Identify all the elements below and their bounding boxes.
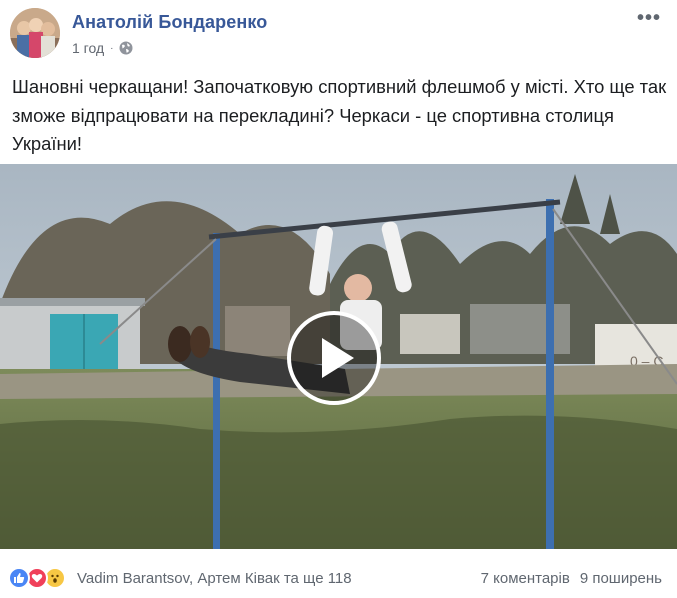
like-icon[interactable]	[8, 567, 30, 589]
more-options-icon[interactable]: •••	[637, 8, 661, 28]
post-timestamp[interactable]: 1 год	[72, 40, 104, 56]
engagement-counts: 7 коментарів 9 поширень	[481, 570, 662, 587]
shares-count[interactable]: 9 поширень	[580, 570, 662, 587]
author-avatar[interactable]	[10, 8, 60, 58]
play-icon[interactable]	[287, 311, 381, 405]
post-footer: Vadim Barantsov, Артем Ківак та ще 118 7…	[0, 558, 677, 598]
globe-icon[interactable]	[119, 41, 133, 55]
video-player[interactable]: 0 – С	[0, 164, 677, 549]
meta-separator: ·	[110, 42, 114, 54]
reaction-names[interactable]: Vadim Barantsov, Артем Ківак та ще 118	[77, 570, 352, 587]
author-name[interactable]: Анатолій Бондаренко	[72, 12, 267, 33]
post-text: Шановні черкащани! Започатковую спортивн…	[12, 76, 667, 154]
post-header: Анатолій Бондаренко 1 год · •••	[0, 0, 677, 64]
post-meta: 1 год ·	[72, 40, 133, 56]
reactions-summary[interactable]	[8, 567, 66, 589]
comments-count[interactable]: 7 коментарів	[481, 570, 570, 587]
